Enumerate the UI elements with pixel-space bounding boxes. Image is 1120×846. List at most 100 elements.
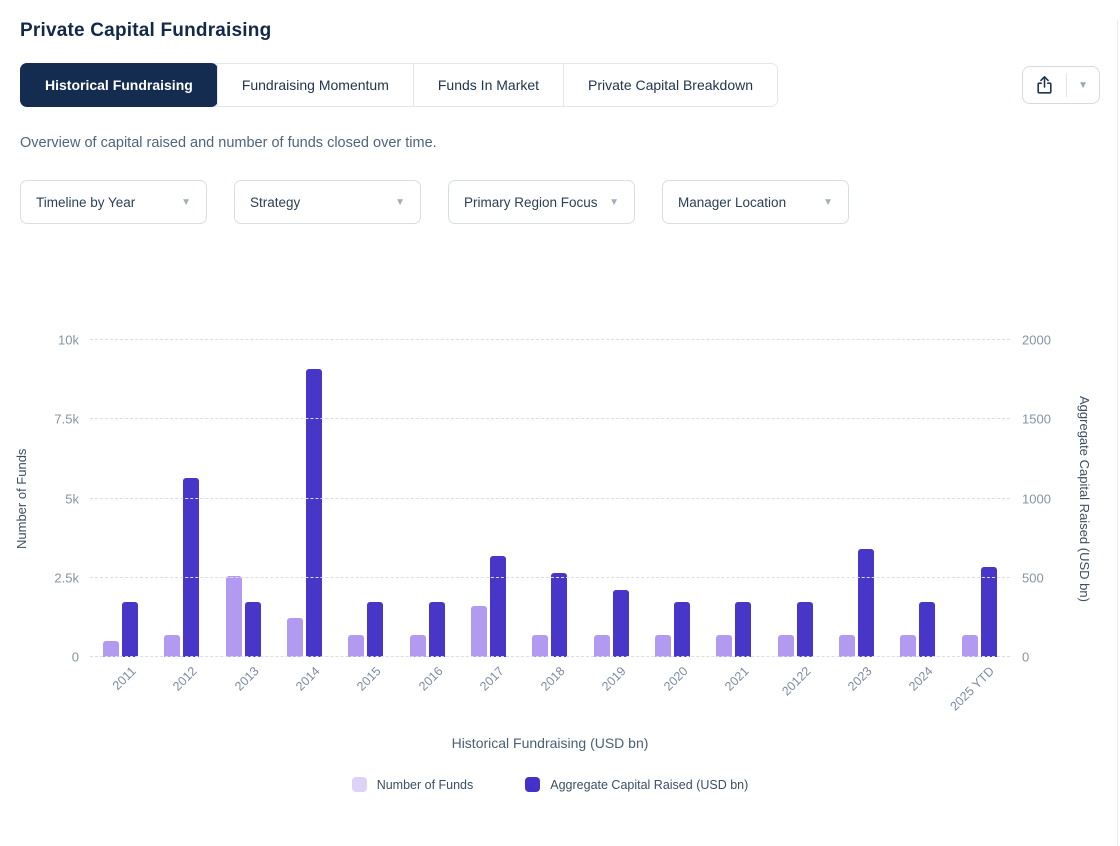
bar-number-of-funds — [778, 635, 794, 657]
left-axis-tick: 7.5k — [54, 412, 79, 427]
bar-number-of-funds — [226, 576, 242, 657]
bar-aggregate-capital-raised — [919, 602, 935, 657]
bar-group-20122: 20122 — [765, 340, 826, 657]
right-axis-tick: 1500 — [1022, 412, 1051, 427]
page-right-edge-divider — [1117, 20, 1118, 846]
bar-number-of-funds — [655, 635, 671, 657]
bar-aggregate-capital-raised — [183, 478, 199, 657]
tab-funds-in-market[interactable]: Funds In Market — [413, 64, 563, 106]
x-axis-label: 2019 — [600, 664, 630, 694]
bar-group-2025-ytd: 2025 YTD — [949, 340, 1010, 657]
bar-number-of-funds — [471, 606, 487, 657]
gridline — [90, 577, 1010, 578]
chart-description: Overview of capital raised and number of… — [20, 135, 1100, 151]
filter-strategy[interactable]: Strategy ▼ — [234, 180, 421, 224]
bar-aggregate-capital-raised — [735, 602, 751, 657]
filter-label: Timeline by Year — [36, 195, 135, 210]
filter-primary-region-focus[interactable]: Primary Region Focus ▼ — [448, 180, 635, 224]
gridline — [90, 498, 1010, 499]
bar-number-of-funds — [287, 618, 303, 657]
bar-number-of-funds — [348, 635, 364, 657]
legend-item-number-of-funds[interactable]: Number of Funds — [352, 777, 474, 792]
bar-group-2011: 2011 — [90, 340, 151, 657]
chevron-down-icon: ▼ — [609, 197, 619, 208]
tab-private-capital-breakdown[interactable]: Private Capital Breakdown — [563, 64, 777, 106]
bar-aggregate-capital-raised — [245, 602, 261, 657]
bar-group-2016: 2016 — [397, 340, 458, 657]
x-axis-label: 20122 — [779, 664, 813, 698]
x-axis-label: 2015 — [354, 664, 384, 694]
bar-aggregate-capital-raised — [429, 602, 445, 657]
bar-group-2020: 2020 — [642, 340, 703, 657]
filter-row: Timeline by Year▼Strategy▼Primary Region… — [20, 180, 1100, 224]
filter-manager-location[interactable]: Manager Location ▼ — [662, 180, 849, 224]
bar-aggregate-capital-raised — [797, 602, 813, 657]
filter-label: Primary Region Focus — [464, 195, 598, 210]
x-axis-label: 2016 — [416, 664, 446, 694]
bar-aggregate-capital-raised — [858, 549, 874, 657]
left-axis-title: Number of Funds — [14, 340, 29, 657]
share-icon[interactable] — [1023, 75, 1066, 95]
x-axis-label: 2011 — [110, 664, 139, 693]
bar-number-of-funds — [900, 635, 916, 657]
tab-bar: Historical FundraisingFundraising Moment… — [20, 63, 778, 107]
bar-aggregate-capital-raised — [490, 556, 506, 657]
left-axis-tick: 5k — [65, 491, 79, 506]
page-title: Private Capital Fundraising — [20, 20, 1100, 42]
bar-group-2018: 2018 — [519, 340, 580, 657]
x-axis-label: 2013 — [232, 664, 262, 694]
export-button[interactable]: ▼ — [1022, 66, 1100, 104]
legend-label: Number of Funds — [377, 778, 474, 792]
x-axis-label: 2018 — [538, 664, 568, 694]
bar-group-2013: 2013 — [213, 340, 274, 657]
tab-fundraising-momentum[interactable]: Fundraising Momentum — [217, 64, 413, 106]
chevron-down-icon[interactable]: ▼ — [1067, 80, 1099, 91]
bar-aggregate-capital-raised — [306, 369, 322, 657]
bar-group-2021: 2021 — [703, 340, 764, 657]
x-axis-title: Historical Fundraising (USD bn) — [90, 735, 1010, 751]
tab-row: Historical FundraisingFundraising Moment… — [20, 63, 1100, 107]
bar-aggregate-capital-raised — [613, 590, 629, 657]
x-axis-label: 2025 YTD — [948, 664, 998, 714]
bar-group-2014: 2014 — [274, 340, 335, 657]
x-axis-label: 2020 — [661, 664, 691, 694]
private-capital-fundraising-page: Private Capital Fundraising Historical F… — [0, 20, 1120, 846]
right-axis-tick: 2000 — [1022, 333, 1051, 348]
legend-label: Aggregate Capital Raised (USD bn) — [550, 778, 748, 792]
legend-swatch — [352, 777, 367, 792]
filter-label: Strategy — [250, 195, 300, 210]
left-axis-tick: 10k — [58, 333, 79, 348]
x-axis-label: 2012 — [170, 664, 200, 694]
bar-aggregate-capital-raised — [551, 573, 567, 657]
bar-number-of-funds — [962, 635, 978, 657]
tab-historical-fundraising[interactable]: Historical Fundraising — [20, 63, 218, 107]
bar-number-of-funds — [410, 635, 426, 657]
filter-label: Manager Location — [678, 195, 786, 210]
fundraising-chart: Number of Funds Aggregate Capital Raised… — [20, 224, 1100, 826]
gridline — [90, 656, 1010, 657]
bar-number-of-funds — [532, 635, 548, 657]
bar-aggregate-capital-raised — [122, 602, 138, 657]
x-axis-label: 2014 — [293, 664, 323, 694]
chevron-down-icon: ▼ — [395, 197, 405, 208]
x-axis-label: 2023 — [845, 664, 875, 694]
bar-group-2012: 2012 — [151, 340, 212, 657]
x-axis-label: 2017 — [477, 664, 507, 694]
bar-group-2017: 2017 — [458, 340, 519, 657]
filter-timeline-by-year[interactable]: Timeline by Year▼ — [20, 180, 207, 224]
x-axis-label: 2021 — [722, 664, 752, 694]
bar-group-2015: 2015 — [335, 340, 396, 657]
legend-swatch — [525, 777, 540, 792]
left-axis-tick: 0 — [72, 650, 79, 665]
bar-aggregate-capital-raised — [674, 602, 690, 657]
bar-group-2023: 2023 — [826, 340, 887, 657]
bar-group-2019: 2019 — [581, 340, 642, 657]
legend-item-aggregate-capital-raised-usd-bn[interactable]: Aggregate Capital Raised (USD bn) — [525, 777, 748, 792]
bar-number-of-funds — [716, 635, 732, 657]
bar-aggregate-capital-raised — [367, 602, 383, 657]
right-axis-title: Aggregate Capital Raised (USD bn) — [1077, 310, 1092, 687]
bar-group-2024: 2024 — [887, 340, 948, 657]
bar-aggregate-capital-raised — [981, 567, 997, 657]
chevron-down-icon: ▼ — [823, 197, 833, 208]
chart-legend: Number of Funds Aggregate Capital Raised … — [90, 777, 1010, 792]
